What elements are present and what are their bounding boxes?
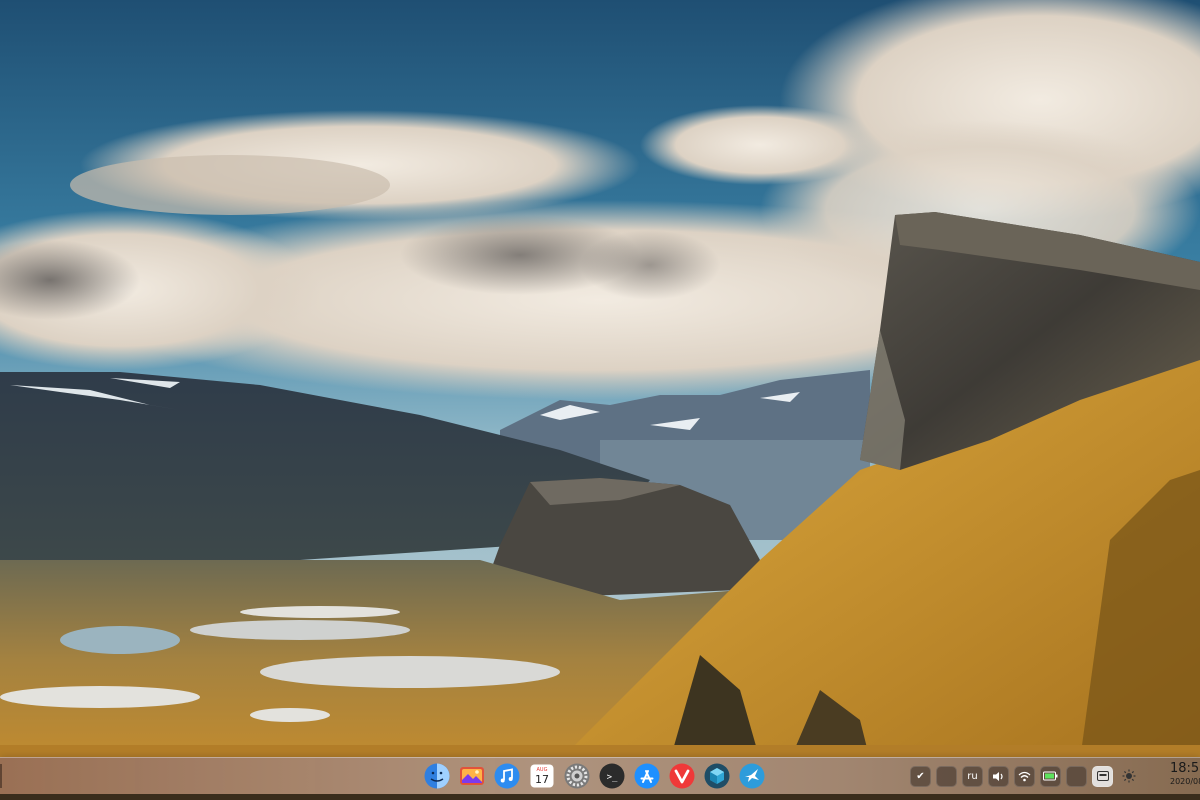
screen-bottom-edge <box>0 794 1200 800</box>
tray-wifi-button[interactable] <box>1014 765 1035 787</box>
image-viewer-app-button[interactable] <box>459 763 485 789</box>
clock-date: 2020/08/ <box>1170 777 1200 786</box>
cube-app-button[interactable] <box>704 763 730 789</box>
cube-icon <box>704 763 730 789</box>
calendar-day: 17 <box>535 773 549 786</box>
dock-edge-handle[interactable] <box>0 764 2 788</box>
bird-icon <box>739 763 765 789</box>
tray-clipboard-button[interactable] <box>936 765 957 787</box>
app-store-app-button[interactable] <box>634 763 660 789</box>
terminal-glyph: >_ <box>607 773 618 783</box>
tray-keyboard-layout-button[interactable]: ru <box>962 765 983 787</box>
tray-check-button[interactable]: ✔ <box>910 765 931 787</box>
finder-app-button[interactable] <box>424 763 450 789</box>
volume-icon <box>993 771 1003 781</box>
finder-icon <box>424 763 450 789</box>
settings-app-button[interactable] <box>564 763 590 789</box>
calendar-icon: AUG 17 <box>530 764 554 788</box>
tray-volume-button[interactable] <box>988 765 1009 787</box>
dock-apps: AUG 17 >_ <box>424 761 765 791</box>
gear-icon <box>564 763 590 789</box>
sun-icon <box>1122 769 1135 783</box>
clock[interactable]: 18:5 2020/08/ <box>1170 761 1200 791</box>
terminal-icon: >_ <box>599 763 625 789</box>
app-store-icon <box>634 763 660 789</box>
image-viewer-icon <box>460 767 484 785</box>
vivaldi-app-button[interactable] <box>669 763 695 789</box>
desktop: AUG 17 >_ ✔ ru 18:5 2020/0 <box>0 0 1200 800</box>
keyboard-layout-label: ru <box>967 770 978 782</box>
music-icon <box>494 763 520 789</box>
system-tray: ✔ ru <box>910 764 1139 788</box>
tray-brightness-button[interactable] <box>1118 766 1139 787</box>
wallpaper <box>0 0 1200 800</box>
vivaldi-icon <box>669 763 695 789</box>
calendar-app-button[interactable]: AUG 17 <box>529 763 555 789</box>
battery-icon <box>1043 771 1058 781</box>
wifi-icon <box>1018 771 1031 781</box>
check-icon: ✔ <box>916 770 925 782</box>
tray-notes-button[interactable] <box>1066 765 1087 787</box>
terminal-app-button[interactable]: >_ <box>599 763 625 789</box>
bird-app-button[interactable] <box>739 763 765 789</box>
tray-screen-button[interactable] <box>1092 765 1113 787</box>
screen-icon <box>1096 771 1109 781</box>
taskbar: AUG 17 >_ ✔ ru 18:5 2020/0 <box>0 757 1200 794</box>
music-app-button[interactable] <box>494 763 520 789</box>
clock-time: 18:5 <box>1170 761 1200 776</box>
tray-battery-button[interactable] <box>1040 765 1061 787</box>
